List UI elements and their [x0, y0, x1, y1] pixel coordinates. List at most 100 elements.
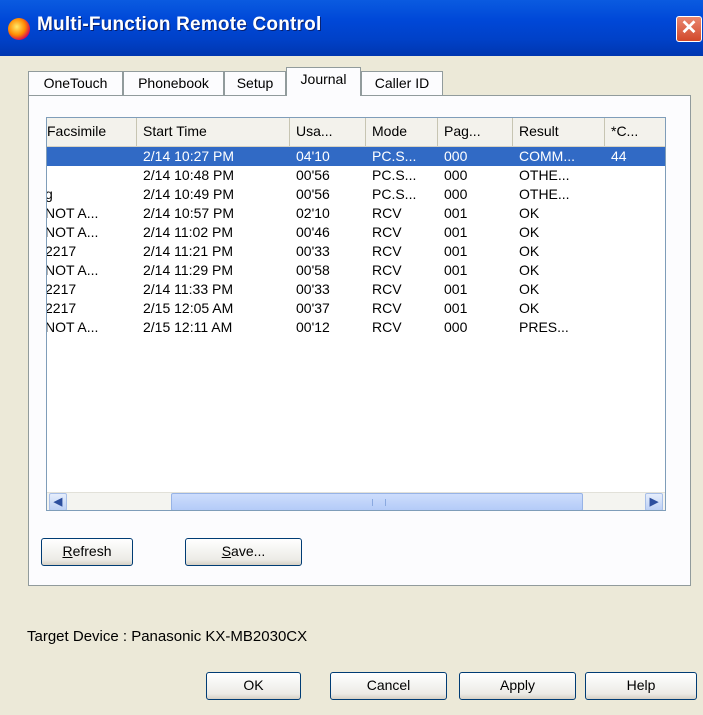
cell-mode: PC.S... [372, 186, 417, 202]
cell-mode: RCV [372, 205, 402, 221]
cell-start: 2/14 10:27 PM [143, 148, 235, 164]
tab-onetouch[interactable]: OneTouch [28, 71, 123, 95]
cell-code [605, 185, 665, 204]
ok-button[interactable]: OK [206, 672, 301, 700]
table-row[interactable]: NOT A... 2/15 12:11 AM 00'12 RCV 000 PRES... [47, 318, 665, 337]
column-header-pages[interactable]: Pag... [438, 118, 513, 146]
window-title: Multi-Function Remote Control [37, 14, 322, 35]
cell-result: OK [519, 224, 540, 240]
cell-usage: 04'10 [296, 148, 330, 164]
cell-facsimile: NOT A... [46, 205, 99, 221]
cell-result: OTHE... [519, 186, 570, 202]
journal-list[interactable]: Facsimile Start Time Usa... Mode Pag... … [46, 117, 666, 511]
refresh-accel: R [62, 543, 73, 559]
refresh-button[interactable]: Refresh [41, 538, 133, 566]
table-row[interactable]: NOT A... 2/14 10:57 PM 02'10 RCV 001 OK [46, 204, 665, 223]
cell-mode: PC.S... [372, 148, 417, 164]
cell-result: OK [519, 205, 540, 221]
cell-facsimile: 2217 [46, 281, 77, 297]
cancel-button[interactable]: Cancel [330, 672, 447, 700]
cell-mode: RCV [372, 300, 402, 316]
column-header-mode[interactable]: Mode [366, 118, 438, 146]
cell-usage: 00'46 [296, 224, 330, 240]
cell-code [605, 204, 665, 223]
cell-facsimile: 2217 [46, 243, 77, 259]
cell-code [605, 299, 665, 318]
cell-usage: 00'56 [296, 186, 330, 202]
column-header-code[interactable]: *C... [605, 118, 665, 146]
column-header-usage[interactable]: Usa... [290, 118, 366, 146]
cell-facsimile [47, 147, 135, 166]
tab-setup[interactable]: Setup [224, 71, 286, 95]
cell-start: 2/14 10:57 PM [143, 205, 235, 221]
cell-facsimile [47, 166, 135, 185]
column-header-facsimile[interactable]: Facsimile [47, 118, 137, 146]
list-header: Facsimile Start Time Usa... Mode Pag... … [47, 118, 665, 147]
cell-start: 2/14 11:02 PM [143, 224, 234, 240]
save-label: ave... [231, 543, 266, 559]
apply-button[interactable]: Apply [459, 672, 576, 700]
cell-mode: RCV [372, 281, 402, 297]
cell-result: OK [519, 281, 540, 297]
table-row[interactable]: NOT A... 2/14 11:29 PM 00'58 RCV 001 OK [46, 261, 665, 280]
cell-pages: 001 [444, 262, 468, 278]
target-device-label: Target Device : Panasonic KX-MB2030CX [27, 628, 308, 645]
cell-code [605, 166, 665, 185]
horizontal-scrollbar[interactable]: ◀ ▶ [47, 492, 665, 510]
cell-mode: RCV [372, 262, 402, 278]
save-button[interactable]: Save... [185, 538, 302, 566]
cell-result: OK [519, 300, 540, 316]
cell-start: 2/14 10:48 PM [143, 167, 235, 183]
cell-pages: 000 [444, 148, 468, 164]
cell-code [605, 261, 665, 280]
cell-pages: 000 [444, 319, 468, 335]
table-row[interactable]: 2217 2/14 11:21 PM 00'33 RCV 001 OK [46, 242, 665, 261]
column-header-result[interactable]: Result [513, 118, 605, 146]
tab-caller-id[interactable]: Caller ID [361, 71, 443, 95]
cell-usage: 00'33 [296, 243, 330, 259]
cell-result: OK [519, 243, 540, 259]
close-button[interactable]: ✕ [676, 16, 702, 42]
cell-start: 2/15 12:05 AM [143, 300, 234, 316]
table-row[interactable]: 2/14 10:48 PM 00'56 PC.S... 000 OTHE... [47, 166, 665, 185]
cell-pages: 001 [444, 300, 468, 316]
cell-usage: 00'58 [296, 262, 330, 278]
table-row[interactable]: 2/14 10:27 PM 04'10 PC.S... 000 COMM... 44 [47, 147, 665, 166]
cell-result: COMM... [519, 148, 575, 164]
cell-usage: 00'12 [296, 319, 330, 335]
cell-code [605, 223, 665, 242]
refresh-label: efresh [72, 543, 112, 559]
save-accel: S [221, 543, 232, 559]
scroll-left-icon[interactable]: ◀ [49, 493, 67, 510]
cell-result: OTHE... [519, 167, 570, 183]
help-button[interactable]: Help [585, 672, 697, 700]
cell-pages: 001 [444, 243, 468, 259]
table-row[interactable]: 2217 2/15 12:05 AM 00'37 RCV 001 OK [47, 299, 665, 318]
cell-facsimile: NOT A... [46, 262, 99, 278]
cell-start: 2/15 12:11 AM [143, 319, 233, 335]
tab-phonebook[interactable]: Phonebook [123, 71, 224, 95]
grip-icon [372, 499, 386, 506]
table-row[interactable]: NOT A... 2/14 11:02 PM 00'46 RCV 001 OK [47, 223, 665, 242]
cell-code [605, 242, 665, 261]
column-header-start-time[interactable]: Start Time [137, 118, 290, 146]
tab-journal[interactable]: Journal [286, 67, 361, 96]
app-icon [8, 18, 30, 40]
scroll-thumb[interactable] [171, 493, 583, 510]
cell-start: 2/14 11:33 PM [143, 281, 234, 297]
cell-mode: RCV [372, 319, 402, 335]
table-row[interactable]: g 2/14 10:49 PM 00'56 PC.S... 000 OTHE... [47, 185, 665, 204]
cell-pages: 000 [444, 167, 468, 183]
scroll-right-icon[interactable]: ▶ [645, 493, 663, 510]
cell-mode: PC.S... [372, 167, 417, 183]
cell-code: 44 [611, 148, 627, 164]
cell-pages: 000 [444, 186, 468, 202]
cell-pages: 001 [444, 205, 468, 221]
cell-start: 2/14 11:21 PM [143, 243, 234, 259]
title-bar[interactable]: Multi-Function Remote Control ✕ [0, 0, 703, 56]
table-row[interactable]: 2217 2/14 11:33 PM 00'33 RCV 001 OK [46, 280, 665, 299]
cell-mode: RCV [372, 224, 402, 240]
cell-pages: 001 [444, 224, 468, 240]
close-icon: ✕ [680, 17, 698, 39]
cell-usage: 02'10 [296, 205, 330, 221]
